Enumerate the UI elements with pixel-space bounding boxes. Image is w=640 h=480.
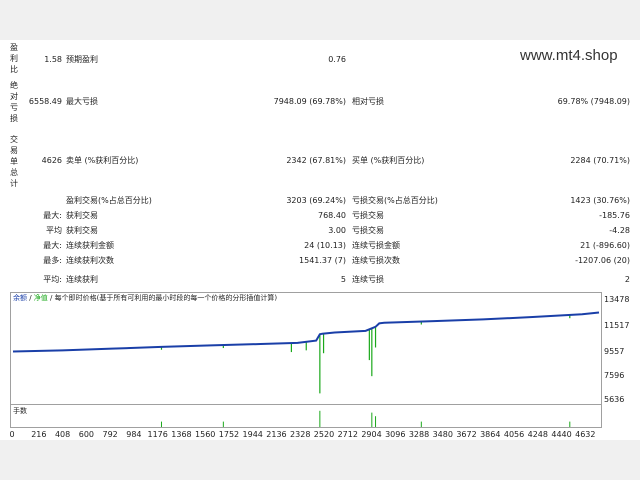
x-tick-label: 3288: [408, 430, 430, 439]
stat-right-value: -4.28: [609, 226, 630, 235]
stat-right-value: 1423 (30.76%): [570, 196, 630, 205]
stat-left-label: 连续获利金额: [66, 241, 114, 250]
x-tick-label: 216: [31, 430, 47, 439]
x-tick-label: 4440: [551, 430, 572, 439]
y-tick-label: 7596: [604, 371, 625, 380]
vlabel-absolute-drawdown: 绝对亏损: [10, 81, 18, 123]
stat-mid-value: 7948.09 (69.78%): [273, 97, 346, 106]
x-tick-label: 1944: [242, 430, 263, 439]
stat-right-label: 亏损交易: [352, 226, 384, 235]
stat-right-label: 连续亏损: [352, 275, 384, 284]
stat-mid-value: 24 (10.13): [304, 241, 346, 250]
stat-left-label: 获利交易: [66, 226, 98, 235]
x-tick-label: 984: [126, 430, 142, 439]
stat-left-label: 最大亏损: [66, 97, 98, 106]
stat-right-value: -185.76: [599, 211, 630, 220]
stat-mid-value: 3.00: [328, 226, 346, 235]
x-tick-label: 2520: [313, 430, 335, 439]
stat-mid-value: 0.76: [328, 55, 346, 64]
x-tick-label: 4632: [575, 430, 596, 439]
x-tick-label: 3672: [456, 430, 477, 439]
stat-right-label: 亏损交易: [352, 211, 384, 220]
stat-left-label: 卖单 (%获利百分比): [66, 156, 139, 165]
volume-chart: 手数: [10, 404, 602, 428]
x-tick-label: 408: [54, 430, 71, 439]
stat-left-label: 盈利交易(%占总百分比): [66, 196, 152, 205]
stat-right-label: 买单 (%获利百分比): [352, 156, 425, 165]
y-tick-label: 5636: [604, 395, 625, 404]
y-tick-label: 13478: [604, 295, 630, 304]
stat-right-value: -1207.06 (20): [575, 256, 630, 265]
stat-left-label: 连续获利次数: [66, 256, 114, 265]
stat-right-value: 69.78% (7948.09): [557, 97, 630, 106]
vlabel-total-trades: 交易单总计: [10, 135, 18, 188]
stat-left-value: 最多:: [43, 256, 62, 265]
stat-mid-value: 2342 (67.81%): [286, 156, 346, 165]
stat-right-label: 连续亏损次数: [352, 256, 400, 265]
stat-mid-value: 3203 (69.24%): [286, 196, 346, 205]
stat-left-label: 获利交易: [66, 211, 98, 220]
x-tick-label: 1368: [171, 430, 192, 439]
x-tick-label: 2712: [337, 430, 358, 439]
x-tick-label: 2904: [361, 430, 382, 439]
balance-chart: 余额 / 净值 / 每个即时价格(基于所有可利用的最小时段的每一个价格的分形插值…: [10, 292, 602, 405]
volume-plot: [160, 410, 571, 427]
stat-left-value: 最大:: [43, 241, 62, 250]
x-tick-label: 2136: [266, 430, 287, 439]
x-tick-label: 1176: [147, 430, 168, 439]
stat-mid-value: 768.40: [318, 211, 346, 220]
stat-left-value: 4626: [41, 156, 62, 165]
stat-left-value: 6558.49: [28, 97, 62, 106]
stat-mid-value: 1541.37 (7): [299, 256, 346, 265]
stat-left-value: 平均:: [43, 275, 62, 284]
y-tick-label: 11517: [604, 321, 630, 330]
x-tick-label: 3096: [385, 430, 406, 439]
watermark: www.mt4.shop: [520, 47, 618, 64]
stat-left-value: 1.58: [44, 55, 62, 64]
stat-right-label: 连续亏损金额: [352, 241, 400, 250]
vlabel-profit-factor: 盈利比: [10, 43, 18, 74]
stat-left-label: 预期盈利: [66, 55, 98, 64]
x-tick-label: 4248: [527, 430, 548, 439]
stat-right-value: 21 (-896.60): [580, 241, 630, 250]
x-tick-label: 3864: [480, 430, 501, 439]
stat-left-value: 平均: [46, 226, 62, 235]
x-tick-label: 1560: [195, 430, 216, 439]
x-tick-label: 4056: [503, 430, 525, 439]
x-tick-label: 2328: [290, 430, 311, 439]
stat-left-label: 连续获利: [66, 275, 98, 284]
x-tick-label: 3480: [432, 430, 453, 439]
x-tick-label: 0: [9, 430, 15, 439]
stat-right-value: 2284 (70.71%): [570, 156, 630, 165]
stat-left-value: 最大:: [43, 211, 62, 220]
chart-plot: [12, 311, 600, 394]
stat-right-value: 2: [624, 275, 630, 284]
page: www.mt4.shop 盈利比 绝对亏损 交易单总计 1.58 预期盈利 0.76…: [0, 0, 640, 480]
y-tick-label: 9557: [604, 347, 625, 356]
stat-right-label: 相对亏损: [352, 97, 384, 106]
x-tick-label: 1752: [218, 430, 240, 439]
x-tick-label: 792: [102, 430, 118, 439]
stat-right-label: 亏损交易(%占总百分比): [352, 196, 438, 205]
stat-mid-value: 5: [340, 275, 346, 284]
x-tick-label: 600: [78, 430, 95, 439]
